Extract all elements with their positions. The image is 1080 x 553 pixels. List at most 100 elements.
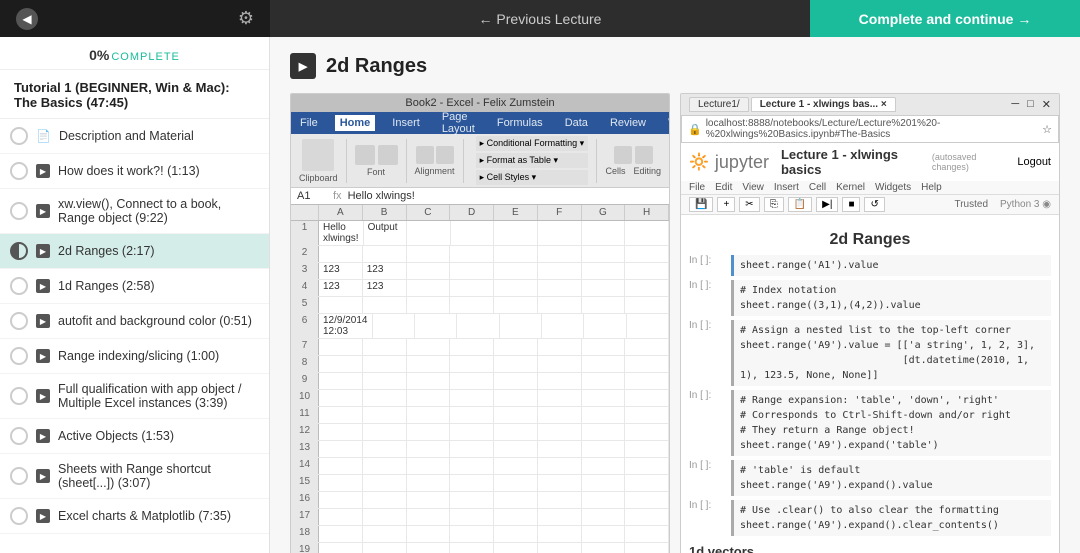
cell-1-2[interactable] <box>363 246 407 262</box>
cell-13-7[interactable] <box>582 458 626 474</box>
logout-button[interactable]: Logout <box>1017 156 1051 168</box>
sidebar-item-1dranges[interactable]: ▶1d Ranges (2:58) <box>0 269 269 304</box>
cell-14-5[interactable] <box>494 475 538 491</box>
cell-5-8[interactable] <box>627 314 669 338</box>
cell-17-7[interactable] <box>582 526 626 542</box>
cell-18-3[interactable] <box>407 543 451 553</box>
sidebar-item-active[interactable]: ▶Active Objects (1:53) <box>0 419 269 454</box>
cell-7-4[interactable] <box>450 356 494 372</box>
cell-9-8[interactable] <box>625 390 669 406</box>
cell-13-8[interactable] <box>625 458 669 474</box>
cell-12-7[interactable] <box>582 441 626 457</box>
cell-2-8[interactable] <box>625 263 669 279</box>
cell-11-6[interactable] <box>538 424 582 440</box>
cell-0-1[interactable]: Hello xlwings! <box>319 221 364 245</box>
sidebar-item-desc[interactable]: 📄Description and Material <box>0 119 269 154</box>
cell-7-5[interactable] <box>494 356 538 372</box>
cell-2-6[interactable] <box>538 263 582 279</box>
ribbon-tab-insert[interactable]: Insert <box>387 115 425 131</box>
cell-7-8[interactable] <box>625 356 669 372</box>
cell-10-3[interactable] <box>407 407 451 423</box>
cell-16-5[interactable] <box>494 509 538 525</box>
sidebar-item-charts[interactable]: ▶Excel charts & Matplotlib (7:35) <box>0 499 269 534</box>
cell-8-6[interactable] <box>538 373 582 389</box>
cell-15-2[interactable] <box>363 492 407 508</box>
cell-11-4[interactable] <box>450 424 494 440</box>
cell-3-8[interactable] <box>625 280 669 296</box>
cell-16-3[interactable] <box>407 509 451 525</box>
cell-10-4[interactable] <box>450 407 494 423</box>
cell-15-6[interactable] <box>538 492 582 508</box>
cell-0-5[interactable] <box>494 221 538 245</box>
cell-3-1[interactable]: 123 <box>319 280 363 296</box>
cell-17-1[interactable] <box>319 526 363 542</box>
cell-13-5[interactable] <box>494 458 538 474</box>
cell-6-5[interactable] <box>494 339 538 355</box>
cell-15-5[interactable] <box>494 492 538 508</box>
cell-12-3[interactable] <box>407 441 451 457</box>
menu-item-cell[interactable]: Cell <box>809 182 826 193</box>
cell-8-5[interactable] <box>494 373 538 389</box>
font-bold-icon[interactable] <box>355 145 375 165</box>
editing-icon[interactable] <box>635 146 653 164</box>
cell-16-7[interactable] <box>582 509 626 525</box>
cell-18-2[interactable] <box>363 543 407 553</box>
cell-6-7[interactable] <box>582 339 626 355</box>
paste-btn[interactable]: 📋 <box>788 197 812 212</box>
cell-12-1[interactable] <box>319 441 363 457</box>
run-btn[interactable]: ▶| <box>816 197 838 212</box>
cell-14-7[interactable] <box>582 475 626 491</box>
cell-5-6[interactable] <box>542 314 584 338</box>
cell-3-3[interactable] <box>407 280 451 296</box>
code-cell-4[interactable]: # 'table' is default sheet.range('A9').e… <box>731 460 1051 496</box>
cell-4-1[interactable] <box>319 297 363 313</box>
cell-17-3[interactable] <box>407 526 451 542</box>
cell-15-3[interactable] <box>407 492 451 508</box>
cells-icon[interactable] <box>614 146 632 164</box>
cell-11-8[interactable] <box>625 424 669 440</box>
cell-7-2[interactable] <box>363 356 407 372</box>
cell-4-2[interactable] <box>363 297 407 313</box>
cell-9-3[interactable] <box>407 390 451 406</box>
code-cell-1[interactable]: # Index notation sheet.range((3,1),(4,2)… <box>731 280 1051 316</box>
cell-10-8[interactable] <box>625 407 669 423</box>
cell-14-8[interactable] <box>625 475 669 491</box>
cell-1-4[interactable] <box>450 246 494 262</box>
cell-14-1[interactable] <box>319 475 363 491</box>
cell-13-2[interactable] <box>363 458 407 474</box>
cell-4-5[interactable] <box>494 297 538 313</box>
cell-9-6[interactable] <box>538 390 582 406</box>
menu-item-insert[interactable]: Insert <box>774 182 799 193</box>
menu-item-kernel[interactable]: Kernel <box>836 182 865 193</box>
paste-icon[interactable] <box>302 139 334 171</box>
cell-4-3[interactable] <box>407 297 451 313</box>
cell-7-7[interactable] <box>582 356 626 372</box>
cell-17-2[interactable] <box>363 526 407 542</box>
cell-17-6[interactable] <box>538 526 582 542</box>
ribbon-tab-home[interactable]: Home <box>335 115 376 131</box>
cell-11-1[interactable] <box>319 424 363 440</box>
cell-2-4[interactable] <box>450 263 494 279</box>
cell-9-7[interactable] <box>582 390 626 406</box>
cell-0-3[interactable] <box>407 221 451 245</box>
cell-14-6[interactable] <box>538 475 582 491</box>
cell-7-3[interactable] <box>407 356 451 372</box>
cell-13-4[interactable] <box>450 458 494 474</box>
cell-5-1[interactable]: 12/9/2014 12:03 <box>319 314 373 338</box>
cell-17-8[interactable] <box>625 526 669 542</box>
sidebar-item-xwview[interactable]: ▶xw.view(), Connect to a book, Range obj… <box>0 189 269 234</box>
cell-8-4[interactable] <box>450 373 494 389</box>
cell-0-7[interactable] <box>582 221 626 245</box>
cell-3-7[interactable] <box>582 280 626 296</box>
cell-0-8[interactable] <box>625 221 669 245</box>
cell-8-3[interactable] <box>407 373 451 389</box>
cell-14-4[interactable] <box>450 475 494 491</box>
cell-1-3[interactable] <box>407 246 451 262</box>
cell-5-3[interactable] <box>415 314 457 338</box>
code-cell-3[interactable]: # Range expansion: 'table', 'down', 'rig… <box>731 390 1051 456</box>
cell-1-7[interactable] <box>582 246 626 262</box>
cell-9-2[interactable] <box>363 390 407 406</box>
code-cell-5[interactable]: # Use .clear() to also clear the formatt… <box>731 500 1051 536</box>
cell-9-4[interactable] <box>450 390 494 406</box>
ribbon-tab-page-layout[interactable]: Page Layout <box>437 109 480 137</box>
